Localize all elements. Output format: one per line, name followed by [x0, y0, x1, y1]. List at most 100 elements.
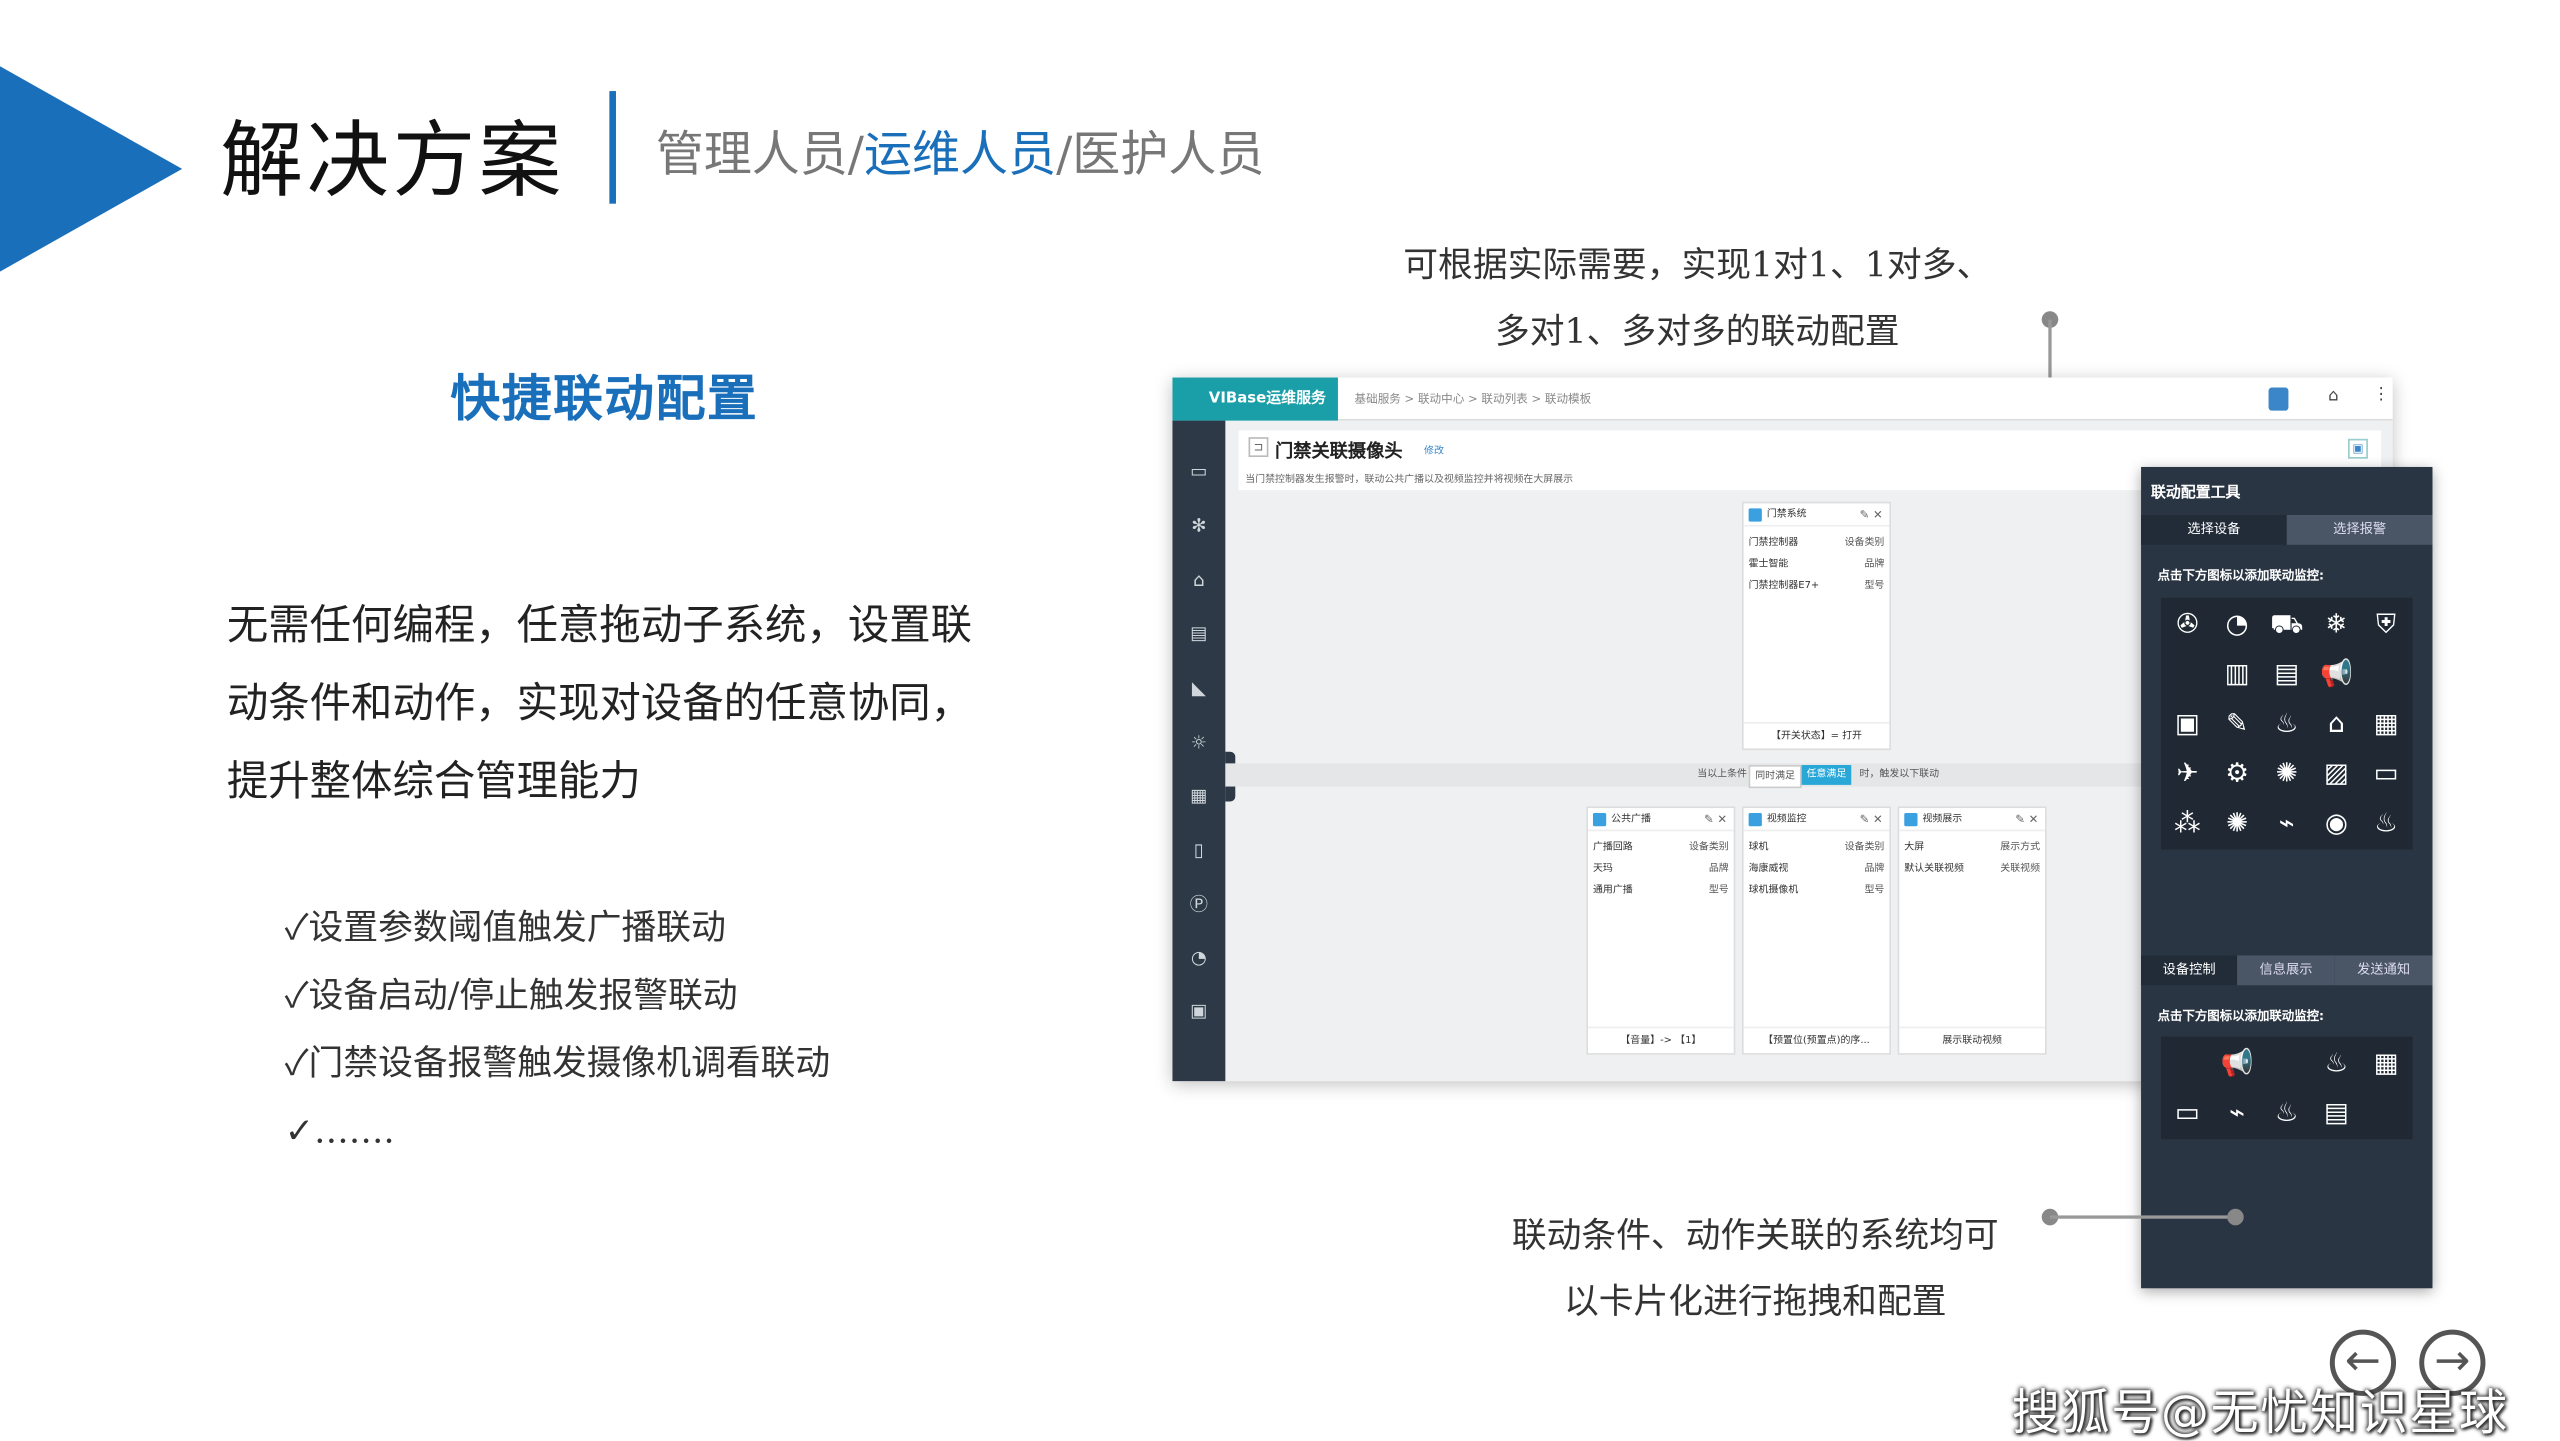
check-item: ✓……. [284, 1111, 395, 1151]
device-type-icon[interactable]: ✎ [2216, 702, 2259, 745]
row-key: 品牌 [1708, 862, 1729, 875]
gauge-icon[interactable]: ◔ [1187, 947, 1210, 970]
caption-line: 可根据实际需要，实现1对1、1对多、 [1403, 245, 1992, 285]
device-type-icon[interactable]: ⌁ [2265, 801, 2308, 844]
card-title: 公共广播 [1611, 813, 1651, 825]
device-type-icon[interactable]: ▥ [2216, 652, 2259, 695]
card-header: 视频监控 ✎ ✕ [1743, 808, 1890, 832]
card-row: 广播回路 设备类别 [1593, 838, 1729, 853]
action-type-icon[interactable]: ♨ [2315, 1042, 2358, 1085]
card-footer[interactable]: 【预置位(预置点)的序... [1743, 1026, 1890, 1053]
home-icon[interactable]: ⌂ [1187, 570, 1210, 593]
action-type-icon[interactable]: ▦ [2365, 1042, 2408, 1085]
menu-icon[interactable]: ⋮ [2373, 386, 2390, 404]
card-footer[interactable]: 展示联动视频 [1899, 1026, 2046, 1053]
device-type-icon[interactable]: ◉ [2315, 801, 2358, 844]
row-value: 门禁控制器 [1748, 536, 1799, 549]
device-type-icon[interactable]: 📢 [2315, 652, 2358, 695]
row-value: 海康威视 [1748, 862, 1789, 875]
card-header: 视频展示 ✎ ✕ [1899, 808, 2046, 832]
action-card[interactable]: 视频展示 ✎ ✕ 大屏 展示方式 默认关联视频 关联视频 展示联动视频 [1897, 806, 2047, 1055]
card-actions[interactable]: ✎ ✕ [2015, 808, 2038, 831]
card-actions[interactable]: ✎ ✕ [1860, 808, 1883, 831]
parking-icon[interactable]: Ⓟ [1187, 894, 1210, 917]
device-type-icon[interactable]: ▭ [2365, 752, 2408, 795]
tool-hint: 点击下方图标以添加联动监控: [2157, 567, 2325, 583]
tab-device-control[interactable]: 设备控制 [2141, 955, 2238, 986]
tab-select-alarm[interactable]: 选择报警 [2286, 514, 2433, 545]
condition-card[interactable]: 门禁系统 ✎ ✕ 门禁控制器 设备类别 霍士智能 品牌 门禁控制器E7+ 型号 【开关状… [1741, 501, 1892, 751]
device-type-icon[interactable]: ✺ [2216, 801, 2259, 844]
card-row: 门禁控制器E7+ 型号 [1749, 576, 1885, 592]
app-topbar: VIBase运维服务 基础服务 > 联动中心 > 联动列表 > 联动模板 ⌂ ⋮ [1172, 377, 2393, 421]
edit-link[interactable]: 修改 [1424, 442, 1444, 457]
screen-icon [1904, 813, 1918, 827]
monitor-icon[interactable]: ▭ [1187, 460, 1210, 483]
roles-subtitle: 管理人员/运维人员/医护人员 [656, 116, 1265, 186]
role-medical: /医护人员 [1056, 125, 1265, 183]
card-row: 球机摄像机 型号 [1749, 881, 1885, 896]
card-actions[interactable]: ✎ ✕ [1704, 808, 1727, 831]
fan-icon[interactable]: ✻ [1187, 515, 1210, 538]
tab-info-display[interactable]: 信息展示 [2237, 955, 2335, 986]
empty-slot [2166, 652, 2209, 695]
app-sidebar: ▭ ✻ ⌂ ▤ ◣ ☼ ▦ ▯ Ⓟ ◔ ▣ [1172, 420, 1236, 1082]
user-icon[interactable] [2268, 387, 2289, 411]
device-type-icon[interactable]: ⚙ [2216, 752, 2259, 795]
camera-icon[interactable]: ◣ [1187, 677, 1210, 700]
back-icon[interactable]: ⊐ [1248, 437, 1269, 458]
check-list: ✓设置参数阈值触发广播联动 ✓设备启动/停止触发报警联动 ✓门禁设备报警触发摄像… [285, 894, 830, 1166]
card-footer[interactable]: 【音量】-> 【1】 [1587, 1026, 1734, 1053]
device-type-icon[interactable]: ✇ [2166, 603, 2209, 646]
save-icon[interactable]: ▣ [2348, 438, 2368, 459]
caption-bottom: 联动条件、动作关联的系统均可 以卡片化进行拖拽和配置 [1457, 1202, 2053, 1334]
card-footer[interactable]: 【开关状态】= 打开 [1743, 721, 1890, 748]
breadcrumb[interactable]: 基础服务 > 联动中心 > 联动列表 > 联动模板 [1355, 378, 1592, 421]
device-type-icon[interactable]: ✺ [2265, 752, 2308, 795]
ac-icon[interactable]: ▤ [1187, 623, 1210, 646]
door-icon[interactable]: ▯ [1187, 840, 1210, 863]
device-type-icon[interactable]: ▨ [2315, 752, 2358, 795]
device-type-icon[interactable]: ✈ [2166, 752, 2209, 795]
action-card[interactable]: 视频监控 ✎ ✕ 球机 设备类别 海康威视 品牌 球机摄像机 型号 【预置位(预置点)的… [1741, 806, 1892, 1055]
card-title: 门禁系统 [1766, 508, 1807, 520]
meter-icon[interactable]: ▣ [1187, 1000, 1210, 1023]
row-value: 广播回路 [1592, 841, 1633, 853]
role-admin: 管理人员/ [655, 125, 865, 183]
slide: 解决方案 管理人员/运维人员/医护人员 快捷联动配置 无需任何编程，任意拖动子系… [0, 0, 2560, 1441]
device-type-icon[interactable]: ▦ [2365, 702, 2408, 745]
card-actions[interactable]: ✎ ✕ [1860, 503, 1883, 526]
card-title: 视频监控 [1766, 813, 1807, 825]
device-type-icon[interactable]: ◔ [2216, 603, 2259, 646]
caption-line: 联动条件、动作关联的系统均可 [1511, 1215, 1999, 1256]
device-type-icon[interactable]: ♨ [2265, 702, 2308, 745]
action-type-icon[interactable]: ♨ [2265, 1091, 2308, 1134]
callout-dot [2227, 1208, 2244, 1226]
action-type-icon[interactable]: ▤ [2315, 1091, 2358, 1134]
device-type-icon[interactable]: ⁂ [2166, 801, 2209, 844]
device-type-icon[interactable]: ♨ [2365, 801, 2408, 844]
app-brand[interactable]: VIBase运维服务 [1172, 377, 1338, 421]
check-item: ✓门禁设备报警触发摄像机调看联动 [284, 1043, 831, 1083]
cond-any-button[interactable]: 任意满足 [1801, 765, 1852, 785]
bulb-icon[interactable]: ☼ [1187, 732, 1210, 755]
card-row: 海康威视 品牌 [1748, 859, 1885, 875]
device-type-icon[interactable]: ⛟ [2265, 603, 2308, 646]
row-value: 天玛 [1592, 862, 1613, 875]
home-icon[interactable]: ⌂ [2328, 387, 2339, 405]
card-row: 门禁控制器 设备类别 [1748, 533, 1885, 549]
tab-send-notice[interactable]: 发送通知 [2334, 955, 2433, 986]
action-card[interactable]: 公共广播 ✎ ✕ 广播回路 设备类别 天玛 品牌 通用广播 型号 【音量】-> 【1】 [1586, 806, 1736, 1055]
empty-slot [2166, 1042, 2209, 1085]
action-type-icon[interactable]: 📢 [2216, 1042, 2259, 1085]
action-type-icon[interactable]: ⌁ [2216, 1091, 2259, 1134]
device-type-icon[interactable]: ⌂ [2315, 702, 2358, 745]
action-type-icon[interactable]: ▭ [2166, 1091, 2209, 1134]
device-type-icon[interactable]: ▤ [2265, 652, 2308, 695]
cond-all-button[interactable]: 同时满足 [1748, 765, 1802, 789]
building-icon[interactable]: ▦ [1187, 785, 1210, 808]
device-type-icon[interactable]: ▣ [2166, 702, 2209, 745]
device-type-icon[interactable]: ⛨ [2365, 603, 2408, 646]
tab-select-device[interactable]: 选择设备 [2141, 514, 2287, 545]
device-type-icon[interactable]: ❄ [2315, 603, 2358, 646]
